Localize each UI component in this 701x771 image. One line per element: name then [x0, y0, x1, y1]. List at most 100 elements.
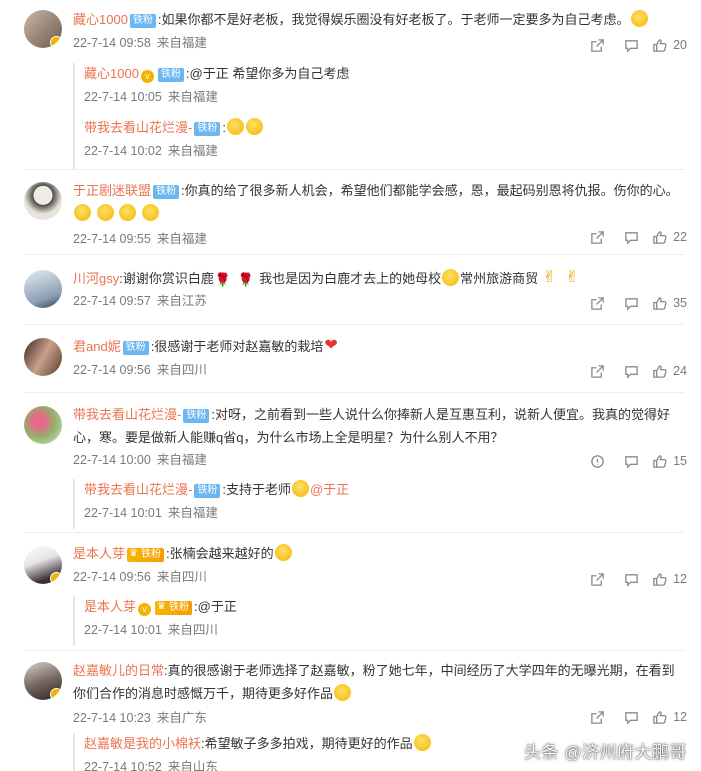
username[interactable]: 君and妮: [73, 339, 121, 354]
smile-emoji-icon: [141, 204, 159, 221]
comment-icon[interactable]: [614, 362, 648, 380]
comment-source: 来自江苏: [156, 294, 207, 308]
comment-date: 22-7-14 10:00: [73, 453, 151, 467]
share-icon[interactable]: [580, 708, 614, 726]
like-count: 20: [673, 38, 687, 52]
reply-date: 22-7-14 10:02: [84, 144, 162, 158]
comment-text: :谢谢你赏识白鹿: [119, 271, 214, 286]
smile-emoji-icon: [630, 10, 648, 27]
divider: [24, 169, 685, 170]
like-count: 35: [673, 296, 687, 310]
fan-tag: 铁粉: [183, 409, 210, 423]
comment-text: 我也是因为白鹿才去上的她母校: [259, 271, 442, 286]
username[interactable]: 是本人芽: [84, 599, 136, 614]
divider: [24, 254, 685, 255]
heart-emoji-icon: [324, 334, 341, 357]
comment-icon[interactable]: [614, 36, 648, 54]
reply-text: :: [222, 120, 226, 135]
username[interactable]: 藏心1000: [84, 66, 139, 81]
comment-date: 22-7-14 10:23: [73, 711, 151, 725]
mention-link[interactable]: @于正: [310, 482, 349, 497]
avatar[interactable]: [24, 338, 62, 376]
report-icon[interactable]: [580, 452, 614, 470]
reply-date: 22-7-14 10:52: [84, 760, 162, 771]
username[interactable]: 带我去看山花烂漫-: [84, 482, 192, 497]
comment-date: 22-7-14 09:55: [73, 232, 151, 246]
smile-emoji-icon: [96, 204, 114, 221]
avatar[interactable]: [24, 406, 62, 444]
username[interactable]: 川河gsy: [73, 271, 119, 286]
share-icon[interactable]: [580, 570, 614, 588]
comment-text: :你真的给了很多新人机会，希望他们都能学会感，恩，最起码别恩将仇报。伤你的心。: [181, 183, 679, 198]
like-button[interactable]: 15: [652, 454, 687, 469]
fan-tag: 铁粉: [127, 547, 165, 562]
rose-emoji-icon: [215, 268, 232, 291]
comment-icon[interactable]: [614, 294, 648, 312]
divider: [24, 324, 685, 325]
reply-text: :@于正: [194, 599, 237, 614]
avatar[interactable]: [24, 10, 62, 48]
like-button[interactable]: 20: [652, 38, 687, 53]
like-count: 22: [673, 230, 687, 244]
like-button[interactable]: 12: [652, 710, 687, 725]
share-icon[interactable]: [580, 36, 614, 54]
divider: [24, 650, 685, 651]
reply-list: 藏心1000 v 铁粉:@于正 希望你多为自己考虑 22-7-14 10:05 来自福…: [73, 63, 685, 169]
thumbs-up-icon: [653, 230, 667, 244]
avatar[interactable]: [24, 546, 62, 584]
comment-text: :如果你都不是好老板，我觉得娱乐圈没有好老板了。于老师一定要多为自己考虑。: [157, 12, 630, 27]
comment-date: 22-7-14 09:56: [73, 363, 151, 377]
username[interactable]: 带我去看山花烂漫-: [73, 407, 181, 422]
reply-list: 带我去看山花烂漫- 铁粉:支持于老师 @于正 22-7-14 10:01 来自福建: [73, 479, 685, 529]
verified-badge-icon: [50, 572, 62, 584]
thumbs-up-icon: [653, 38, 667, 52]
cheer-emoji-icon: [413, 734, 431, 751]
reply-source: 来自福建: [167, 144, 218, 158]
share-icon[interactable]: [580, 294, 614, 312]
comment-source: 来自福建: [156, 36, 207, 50]
username[interactable]: 是本人芽: [73, 546, 125, 561]
fan-tag: 铁粉: [153, 185, 180, 199]
reply-source: 来自福建: [167, 90, 218, 104]
username[interactable]: 藏心1000: [73, 12, 128, 27]
comment-icon[interactable]: [614, 570, 648, 588]
like-button[interactable]: 35: [652, 296, 687, 311]
reply-text: :@于正 希望你多为自己考虑: [185, 66, 350, 81]
reply-source: 来自福建: [167, 506, 218, 520]
smile-emoji-icon: [245, 118, 263, 135]
username[interactable]: 于正剧迷联盟: [73, 183, 151, 198]
username[interactable]: 带我去看山花烂漫-: [84, 120, 192, 135]
cheer-emoji-icon: [442, 269, 460, 286]
fan-tag: 铁粉: [157, 68, 184, 82]
comment-source: 来自福建: [156, 453, 207, 467]
share-icon[interactable]: [580, 228, 614, 246]
thumbs-up-icon: [653, 710, 667, 724]
share-icon[interactable]: [580, 362, 614, 380]
comment-date: 22-7-14 09:57: [73, 294, 151, 308]
verified-icon: v: [140, 70, 154, 83]
smile-emoji-icon: [226, 118, 244, 135]
comment-icon[interactable]: [614, 452, 648, 470]
divider: [24, 392, 685, 393]
username[interactable]: 赵嘉敏儿的日常: [73, 663, 164, 678]
like-count: 12: [673, 572, 687, 586]
comment-icon[interactable]: [614, 708, 648, 726]
comment-text: 常州旅游商贸: [460, 271, 539, 286]
thumbs-up-icon: [653, 364, 667, 378]
avatar[interactable]: [24, 182, 62, 220]
comment-icon[interactable]: [614, 228, 648, 246]
verified-badge-icon: [50, 688, 62, 700]
victory-emoji-icon: [565, 266, 582, 289]
avatar[interactable]: [24, 270, 62, 308]
username[interactable]: 赵嘉敏是我的小棉袄: [84, 736, 201, 751]
like-button[interactable]: 22: [652, 230, 687, 245]
fan-tag: 铁粉: [155, 600, 193, 615]
like-button[interactable]: 24: [652, 364, 687, 379]
fan-tag: 铁粉: [194, 484, 221, 498]
verified-icon: v: [138, 603, 152, 616]
like-button[interactable]: 12: [652, 572, 687, 587]
comment-text: :很感谢于老师对赵嘉敏的栽培: [150, 339, 324, 354]
avatar[interactable]: [24, 662, 62, 700]
comment-date: 22-7-14 09:58: [73, 36, 151, 50]
like-count: 24: [673, 364, 687, 378]
